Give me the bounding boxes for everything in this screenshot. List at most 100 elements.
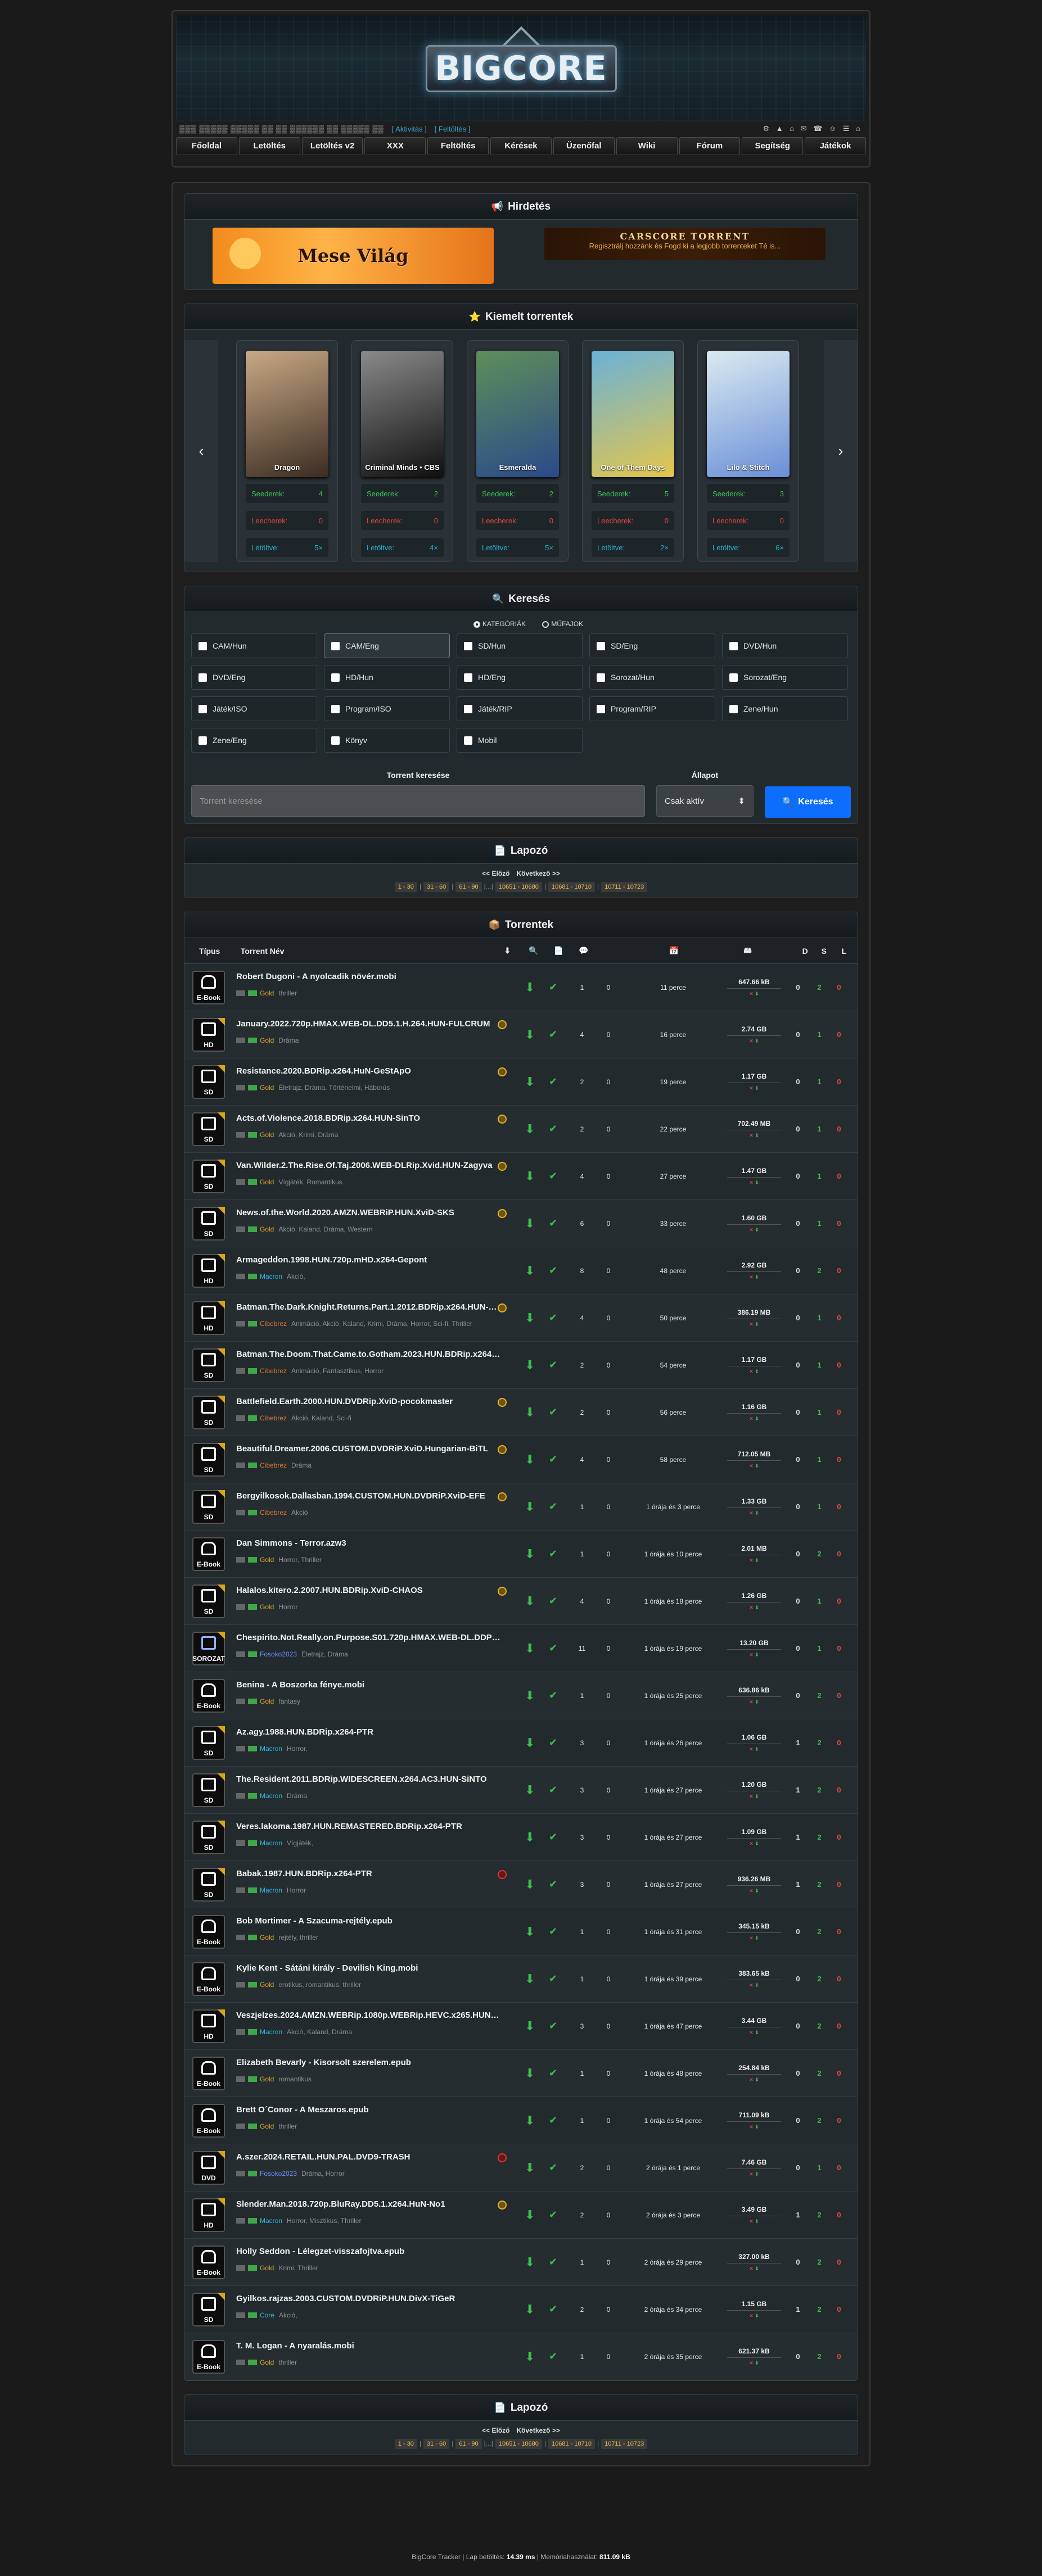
category-checkbox[interactable]: SD/Hun: [457, 633, 583, 658]
category-icon[interactable]: SD: [192, 1442, 225, 1477]
col-name[interactable]: Torrent Név: [241, 947, 504, 956]
pager-next-link[interactable]: Következő >>: [516, 870, 560, 877]
pager-link[interactable]: 61 - 90: [455, 882, 482, 892]
download-icon[interactable]: ⬇: [525, 1264, 535, 1278]
checkbox[interactable]: [464, 673, 472, 682]
pager-link[interactable]: 10711 - 10723: [601, 882, 648, 892]
download-icon[interactable]: ⬇: [525, 980, 535, 995]
checkbox[interactable]: [331, 673, 340, 682]
torrent-name[interactable]: Veszjelzes.2024.AMZN.WEBRip.1080p.WEBRip…: [236, 2011, 500, 2020]
download-icon[interactable]: ⬇: [525, 2161, 535, 2175]
ad-banner-carscore[interactable]: CARSCORE TORRENT Regisztrálj hozzánk és F…: [544, 228, 826, 260]
table-row[interactable]: E-Book T. M. Logan - A nyaralás.mobi Gold t…: [184, 2333, 858, 2380]
table-row[interactable]: E-Book Holly Seddon - Lélegzet-visszafojt…: [184, 2239, 858, 2286]
category-icon[interactable]: SD: [192, 1159, 225, 1193]
table-row[interactable]: SD Gyilkos.rajzas.2003.CUSTOM.DVDRiP.HUN.…: [184, 2286, 858, 2333]
download-icon[interactable]: ⬇: [525, 1405, 535, 1420]
torrent-name[interactable]: Slender.Man.2018.720p.BluRay.DD5.1.x264.…: [236, 2199, 500, 2209]
torrent-name[interactable]: Bob Mortimer - A Szacuma-rejtély.epub: [236, 1916, 500, 1926]
checkbox[interactable]: [729, 704, 738, 713]
table-row[interactable]: E-Book Kylie Kent - Sátáni király - Devil…: [184, 1955, 858, 2003]
nav-item[interactable]: Wiki: [616, 137, 678, 155]
table-row[interactable]: DVD A.szer.2024.RETAIL.HUN.PAL.DVD9-TRASH…: [184, 2144, 858, 2192]
uploader-name[interactable]: Gold: [260, 1556, 274, 1564]
download-icon[interactable]: ⬇: [525, 1594, 535, 1609]
table-row[interactable]: SD Resistance.2020.BDRip.x264.HuN-GeStApO…: [184, 1058, 858, 1106]
checkbox[interactable]: [331, 704, 340, 713]
table-row[interactable]: E-Book Elizabeth Bevarly - Kisorsolt szer…: [184, 2050, 858, 2097]
checkbox[interactable]: [331, 641, 340, 650]
table-row[interactable]: SD Van.Wilder.2.The.Rise.Of.Taj.2006.WEB-…: [184, 1153, 858, 1200]
uploader-name[interactable]: Macron: [260, 2028, 282, 2036]
torrent-name[interactable]: Beautiful.Dreamer.2006.CUSTOM.DVDRiP.Xvi…: [236, 1444, 500, 1454]
download-icon[interactable]: ⬇: [525, 2302, 535, 2317]
download-icon[interactable]: ⬇: [525, 1311, 535, 1325]
nav-item[interactable]: Fórum: [679, 137, 741, 155]
table-row[interactable]: HD Batman.The.Dark.Knight.Returns.Part.1.…: [184, 1294, 858, 1342]
category-icon[interactable]: E-Book: [192, 2103, 225, 2138]
download-icon[interactable]: ⬇: [525, 1122, 535, 1137]
category-checkbox[interactable]: Zene/Eng: [191, 728, 317, 753]
uploader-name[interactable]: Cibebrez: [260, 1414, 287, 1422]
category-checkbox[interactable]: DVD/Hun: [722, 633, 848, 658]
featured-card[interactable]: Esmeralda Seederek: 2 Leecherek: 0 Letöltve: 5…: [467, 340, 569, 562]
search-button[interactable]: 🔍 Keresés: [764, 786, 851, 818]
download-icon[interactable]: ⬇: [525, 1877, 535, 1892]
table-row[interactable]: HD Slender.Man.2018.720p.BluRay.DD5.1.x26…: [184, 2192, 858, 2239]
torrent-name[interactable]: Robert Dugoni - A nyolcadik növér.mobi: [236, 972, 500, 981]
checkbox[interactable]: [597, 673, 605, 682]
col-s[interactable]: S: [822, 947, 842, 956]
category-icon[interactable]: SD: [192, 1206, 225, 1241]
category-icon[interactable]: HD: [192, 1253, 225, 1288]
nav-item[interactable]: Kérések: [490, 137, 552, 155]
pager-link[interactable]: 61 - 90: [455, 2439, 482, 2449]
torrent-name[interactable]: News.of.the.World.2020.AMZN.WEBRiP.HUN.X…: [236, 1208, 500, 1217]
search-input[interactable]: Torrent keresése: [191, 785, 646, 817]
uploader-name[interactable]: Macron: [260, 1839, 282, 1847]
torrent-name[interactable]: Battlefield.Earth.2000.HUN.DVDRip.XviD-p…: [236, 1397, 500, 1406]
poster-image[interactable]: One of Them Days: [592, 351, 674, 477]
table-row[interactable]: SD Veres.lakoma.1987.HUN.REMASTERED.BDRip…: [184, 1814, 858, 1861]
uploader-name[interactable]: Gold: [260, 1178, 274, 1186]
download-icon[interactable]: ⬇: [525, 2255, 535, 2270]
category-checkbox[interactable]: Program/ISO: [324, 696, 450, 721]
checkbox[interactable]: [729, 673, 738, 682]
torrent-name[interactable]: Armageddon.1998.HUN.720p.mHD.x264-Gepont: [236, 1255, 500, 1265]
carousel-prev-button[interactable]: ‹: [184, 340, 218, 562]
torrent-name[interactable]: T. M. Logan - A nyaralás.mobi: [236, 2341, 500, 2351]
uploader-name[interactable]: Fosoko2023: [260, 2170, 297, 2177]
uploader-name[interactable]: Macron: [260, 1745, 282, 1753]
pager-link[interactable]: 10651 - 10680: [495, 882, 542, 892]
checkbox[interactable]: [597, 641, 605, 650]
carousel-next-button[interactable]: ›: [824, 340, 858, 562]
category-checkbox[interactable]: DVD/Eng: [191, 665, 317, 690]
category-icon[interactable]: E-Book: [192, 1962, 225, 1996]
category-checkbox[interactable]: Játék/ISO: [191, 696, 317, 721]
uploader-name[interactable]: Cibebrez: [260, 1320, 287, 1328]
uploader-name[interactable]: Gold: [260, 2358, 274, 2366]
category-icon[interactable]: SD: [192, 1348, 225, 1382]
category-icon[interactable]: DVD: [192, 2151, 225, 2185]
uploader-name[interactable]: Gold: [260, 989, 274, 997]
uploader-name[interactable]: Cibebrez: [260, 1367, 287, 1375]
download-icon[interactable]: ⬇: [525, 1972, 535, 1986]
checkbox[interactable]: [199, 704, 207, 713]
download-icon[interactable]: ⬇: [525, 1641, 535, 1656]
uploader-name[interactable]: Macron: [260, 2217, 282, 2225]
download-icon[interactable]: ⬇: [525, 1830, 535, 1845]
category-checkbox[interactable]: Könyv: [324, 728, 450, 753]
torrent-name[interactable]: Van.Wilder.2.The.Rise.Of.Taj.2006.WEB-DL…: [236, 1161, 500, 1170]
category-icon[interactable]: HD: [192, 1301, 225, 1335]
download-icon[interactable]: ⬇: [525, 1452, 535, 1467]
download-icon[interactable]: ⬇: [525, 1216, 535, 1231]
uploader-name[interactable]: Gold: [260, 1225, 274, 1233]
torrent-name[interactable]: Az.agy.1988.HUN.BDRip.x264-PTR: [236, 1727, 500, 1737]
torrent-name[interactable]: Kylie Kent - Sátáni király - Devilish Ki…: [236, 1963, 500, 1973]
table-row[interactable]: HD January.2022.720p.HMAX.WEB-DL.DD5.1.H.…: [184, 1011, 858, 1058]
pager-link[interactable]: 10711 - 10723: [601, 2439, 648, 2449]
download-icon[interactable]: ⬇: [525, 1169, 535, 1184]
category-checkbox[interactable]: CAM/Eng: [324, 633, 450, 658]
torrent-name[interactable]: Holly Seddon - Lélegzet-visszafojtva.epu…: [236, 2247, 500, 2256]
torrent-name[interactable]: A.szer.2024.RETAIL.HUN.PAL.DVD9-TRASH: [236, 2152, 500, 2162]
nav-item[interactable]: Feltöltés: [427, 137, 489, 155]
